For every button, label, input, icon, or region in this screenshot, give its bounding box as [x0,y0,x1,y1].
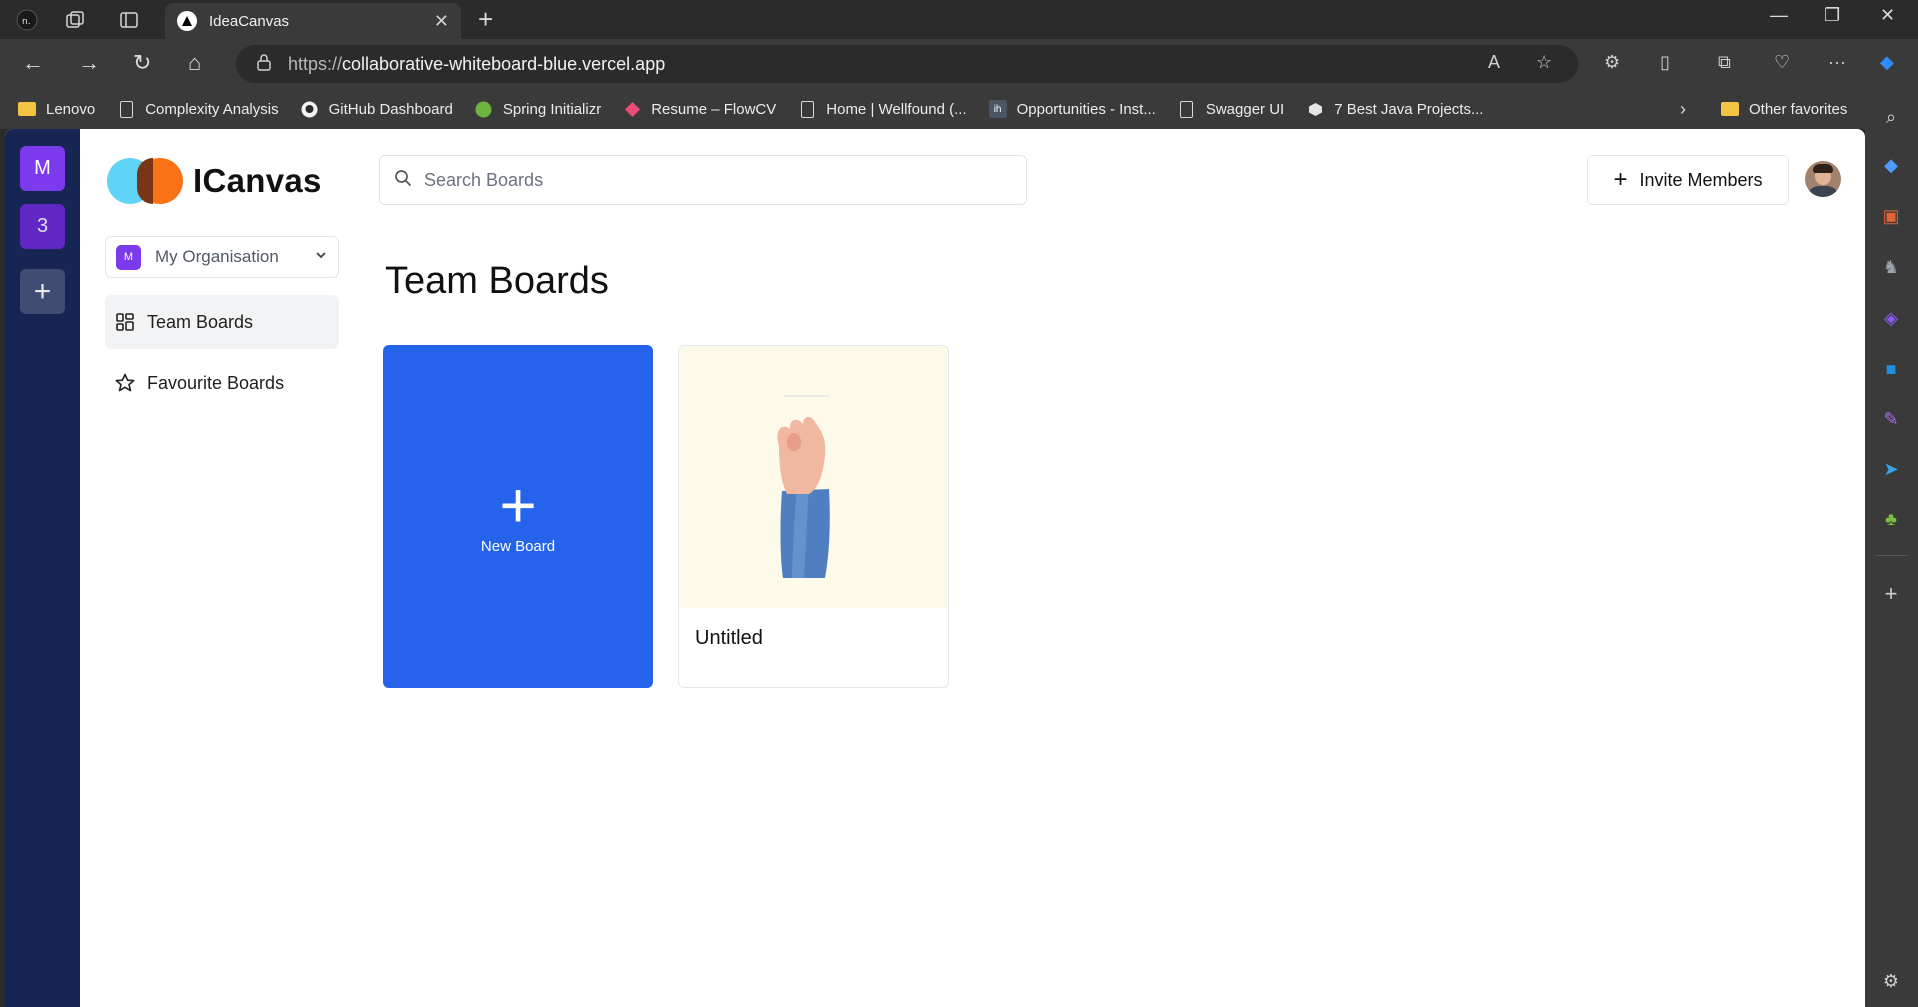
other-favorites[interactable]: Other favorites [1721,100,1847,118]
workspaces-icon[interactable] [62,7,88,33]
designer-icon[interactable]: ✎ [1879,407,1903,431]
page-title: Team Boards [385,260,609,302]
copilot-app-icon[interactable]: ◈ [1879,306,1903,330]
folder-icon [18,100,36,118]
board-card[interactable]: Untitled [678,345,949,688]
plus-icon: + [33,274,52,308]
hex-icon [1306,100,1324,118]
board-title: Untitled [695,627,763,649]
page-icon [1178,100,1196,118]
organization-rail: M 3 + [5,129,80,1007]
page-icon [117,100,135,118]
back-icon[interactable]: ← [22,51,44,75]
tools-icon[interactable]: ▣ [1879,204,1903,228]
new-board-label: New Board [480,538,556,555]
favorite-star-icon[interactable]: ☆ [1536,52,1552,73]
search-input[interactable] [424,169,984,191]
favorite-java-projects[interactable]: 7 Best Java Projects... [1306,100,1483,118]
page-icon [798,100,816,118]
edge-sidebar: ⌕ ◆ ▣ ♞ ◈ ■ ✎ ➤ ♣ + ⚙ [1865,89,1918,1007]
restore-icon[interactable]: ❐ [1824,5,1840,26]
org-badge: M [116,244,141,270]
shopping-tag-icon[interactable]: ◆ [1879,153,1903,177]
nav-label: Team Boards [147,311,254,332]
sidebar-divider [1875,555,1908,556]
nav-team-boards[interactable]: Team Boards [105,295,339,349]
nav-favourite-boards[interactable]: Favourite Boards [105,356,339,410]
flowcv-icon [623,100,641,118]
copilot-icon[interactable]: ◆ [1880,52,1894,73]
settings-gear-icon[interactable]: ⚙ [1879,969,1903,993]
org-name: My Organisation [155,247,279,266]
svg-text:n.: n. [22,17,31,27]
favorite-lenovo[interactable]: Lenovo [18,100,95,118]
more-menu-icon[interactable]: ··· [1828,52,1846,73]
favorite-swagger-ui[interactable]: Swagger UI [1178,100,1284,118]
minimize-icon[interactable]: — [1770,5,1788,26]
games-icon[interactable]: ♞ [1879,255,1903,279]
user-avatar[interactable] [1805,161,1841,197]
refresh-icon[interactable]: ↻ [133,51,151,75]
site-favicon-icon [177,11,197,31]
outlook-icon[interactable]: ■ [1879,357,1903,381]
search-icon [394,169,412,192]
organization-switcher[interactable]: M My Organisation [105,236,339,278]
vertical-tabs-icon[interactable] [116,7,142,33]
chevron-right-icon[interactable]: › [1680,99,1686,120]
app-window: M 3 + ICanvas M My Organisation Team Boa… [5,129,1865,1007]
github-icon [301,100,319,118]
favorite-spring-initializr[interactable]: Spring Initializr [475,100,601,118]
new-tab-icon[interactable]: + [478,5,493,33]
org-item-3[interactable]: 3 [20,204,65,249]
favorite-complexity-analysis[interactable]: Complexity Analysis [117,100,279,118]
close-tab-icon[interactable]: ✕ [434,11,449,32]
send-icon[interactable]: ➤ [1879,457,1903,481]
browser-tab-strip: n. IdeaCanvas ✕ + — ❐ ✕ [0,0,1918,39]
browser-essentials-icon[interactable]: ♡ [1774,52,1790,73]
spring-icon [475,100,493,118]
collections-icon[interactable]: ⧉ [1718,52,1731,73]
logo-text: ICanvas [193,162,322,199]
read-aloud-icon[interactable]: A [1488,52,1500,73]
close-window-icon[interactable]: ✕ [1880,5,1895,26]
hand-illustration-icon [777,395,830,578]
split-screen-icon[interactable]: ▯ [1660,52,1670,73]
star-icon [115,373,135,393]
chevron-down-icon [314,248,328,267]
add-organization-button[interactable]: + [20,269,65,314]
home-icon[interactable]: ⌂ [188,51,201,75]
new-board-button[interactable]: + New Board [383,345,653,688]
favorite-resume-flowcv[interactable]: Resume – FlowCV [623,100,776,118]
app-logo[interactable]: ICanvas [107,157,322,205]
org-item-m[interactable]: M [20,146,65,191]
folder-icon [1721,100,1739,118]
plus-icon: + [1613,166,1628,193]
logo-mark-icon [107,157,183,205]
favorite-github-dashboard[interactable]: GitHub Dashboard [301,100,453,118]
url-field[interactable]: https://collaborative-whiteboard-blue.ve… [236,45,1578,83]
extensions-icon[interactable]: ⚙ [1604,52,1620,73]
plus-icon: + [499,469,537,541]
favorite-wellfound[interactable]: Home | Wellfound (... [798,100,967,118]
lock-icon[interactable] [256,53,272,76]
favorite-opportunities[interactable]: ih Opportunities - Inst... [988,100,1156,118]
favorites-bar: Lenovo Complexity Analysis GitHub Dashbo… [0,89,1918,129]
profile-icon[interactable]: n. [14,7,40,33]
search-boards[interactable] [379,155,1027,205]
nav-label: Favourite Boards [147,372,285,393]
add-icon[interactable]: + [1879,581,1903,606]
ih-icon: ih [988,100,1007,118]
url-text: https://collaborative-whiteboard-blue.ve… [288,53,666,74]
search-icon[interactable]: ⌕ [1879,105,1903,129]
forward-icon[interactable]: → [78,51,100,75]
tab-title: IdeaCanvas [209,12,290,30]
tree-icon[interactable]: ♣ [1879,507,1903,531]
board-thumbnail [679,346,948,608]
dashboard-icon [115,312,135,332]
invite-members-button[interactable]: + Invite Members [1587,155,1789,205]
browser-tab[interactable]: IdeaCanvas ✕ [165,3,461,39]
address-bar-row: ← → ↻ ⌂ https://collaborative-whiteboard… [0,39,1918,89]
